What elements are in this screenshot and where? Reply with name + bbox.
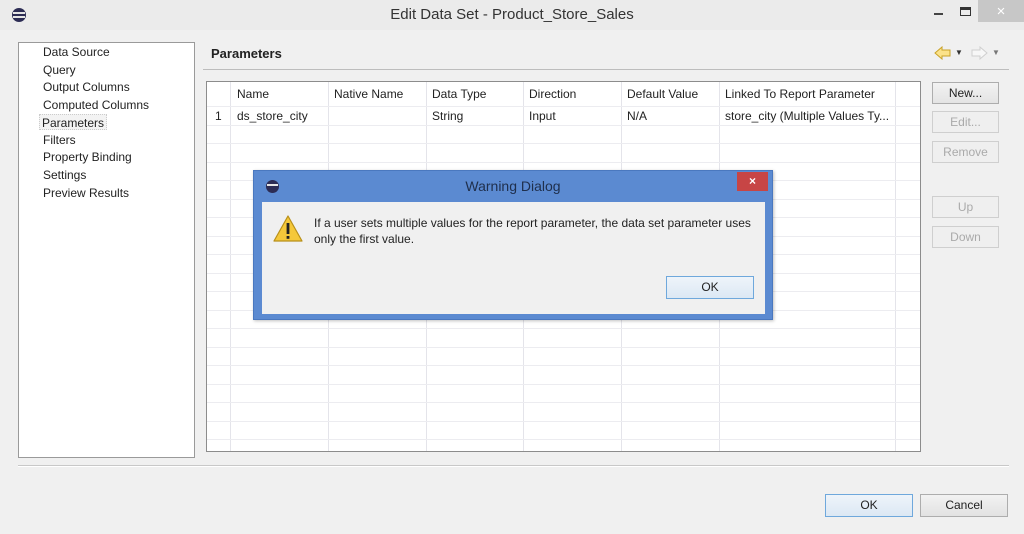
arrow-left-icon [934,45,951,61]
footer-divider-highlight [18,466,1009,467]
nav-item-output-columns[interactable]: Output Columns [41,79,132,95]
down-button[interactable]: Down [932,226,999,248]
column-header-linked-parameter[interactable]: Linked To Report Parameter [725,85,875,103]
minimize-icon [933,13,943,15]
nav-item-property-binding[interactable]: Property Binding [41,149,134,165]
cell-linked-parameter: store_city (Multiple Values Ty... [725,109,890,123]
close-button[interactable]: × [978,0,1024,22]
nav-item-data-source[interactable]: Data Source [41,44,112,60]
nav-item-preview-results[interactable]: Preview Results [41,185,131,201]
grid-row-line [207,125,920,126]
column-header-direction[interactable]: Direction [529,85,576,103]
grid-column-line [230,82,231,451]
cell-data-type: String [432,109,464,123]
grid-row-line [207,365,920,366]
grid-row-line [207,421,920,422]
grid-row-line [207,328,920,329]
column-header-native-name[interactable]: Native Name [334,85,403,103]
cell-direction: Input [529,109,556,123]
cancel-button[interactable]: Cancel [920,494,1008,517]
warning-message: If a user sets multiple values for the r… [314,216,751,246]
grid-row-line [207,384,920,385]
title-divider [203,69,1009,70]
forward-dropdown-icon[interactable]: ▼ [992,48,1000,57]
nav-item-settings[interactable]: Settings [41,167,88,183]
grid-column-line [895,82,896,451]
grid-row-line [207,143,920,144]
warning-dialog: Warning Dialog × If a user sets multiple… [253,170,773,320]
title-bar: Edit Data Set - Product_Store_Sales × [0,0,1024,30]
row-index: 1 [215,109,222,123]
column-header-data-type[interactable]: Data Type [432,85,486,103]
up-button[interactable]: Up [932,196,999,218]
page-title: Parameters [211,46,282,61]
back-dropdown-icon[interactable]: ▼ [955,48,963,57]
nav-item-parameters[interactable]: Parameters [39,114,108,130]
arrow-right-icon [971,45,988,61]
grid-row-line [207,162,920,163]
column-header-default-value[interactable]: Default Value [627,85,698,103]
grid-row-line [207,402,920,403]
new-button[interactable]: New... [932,82,999,104]
cell-name: ds_store_city [237,109,308,123]
close-icon: × [748,174,756,188]
ok-button[interactable]: OK [825,494,913,517]
cell-default-value: N/A [627,109,648,123]
grid-row-line [207,439,920,440]
warning-ok-button[interactable]: OK [666,276,754,299]
nav-item-filters[interactable]: Filters [41,132,78,148]
warning-dialog-title: Warning Dialog [465,178,561,194]
warning-close-button[interactable]: × [737,172,768,191]
grid-row-line [207,347,920,348]
maximize-icon [959,6,971,16]
nav-item-computed-columns[interactable]: Computed Columns [41,97,151,113]
window-title: Edit Data Set - Product_Store_Sales [390,6,634,23]
nav-item-query[interactable]: Query [41,62,78,78]
forward-button[interactable] [970,45,988,63]
remove-button[interactable]: Remove [932,141,999,163]
column-header-name[interactable]: Name [237,85,269,103]
close-icon: × [996,2,1006,20]
nav-panel: Data Source Query Output Columns Compute… [18,42,195,458]
warning-dialog-body: If a user sets multiple values for the r… [262,202,765,314]
warning-icon [272,214,304,247]
edit-button[interactable]: Edit... [932,111,999,133]
back-button[interactable] [934,45,952,63]
